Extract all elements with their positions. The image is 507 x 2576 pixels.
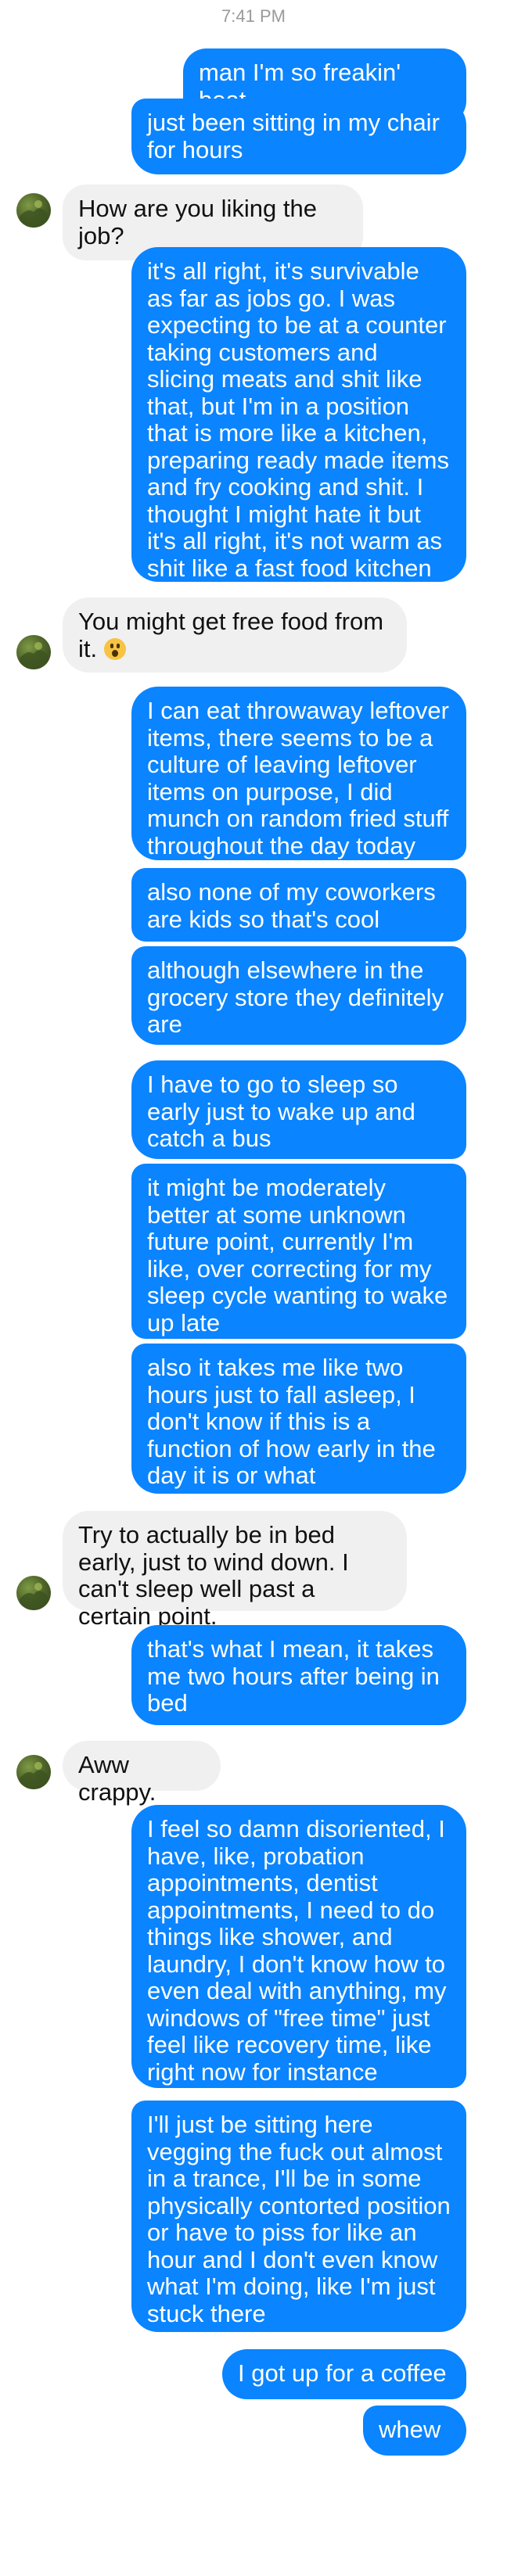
contact-avatar-icon (20, 1583, 48, 1610)
contact-avatar[interactable] (16, 1755, 51, 1789)
outgoing-message-bubble[interactable]: it might be moderately better at some un… (131, 1164, 466, 1339)
outgoing-message-bubble[interactable]: although elsewhere in the grocery store … (131, 946, 466, 1045)
outgoing-message-bubble[interactable]: I got up for a coffee (222, 2349, 466, 2399)
contact-avatar[interactable] (16, 635, 51, 669)
message-text: it's all right, it's survivable as far a… (147, 257, 449, 582)
outgoing-message-bubble[interactable]: I have to go to sleep so early just to w… (131, 1060, 466, 1159)
outgoing-message-bubble[interactable]: also it takes me like two hours just to … (131, 1344, 466, 1494)
message-text: I can eat throwaway leftover items, ther… (147, 697, 449, 859)
astonished-face-emoji (103, 637, 126, 660)
message-text: it might be moderately better at some un… (147, 1174, 448, 1336)
outgoing-message-bubble[interactable]: I'll just be sitting here vegging the fu… (131, 2101, 466, 2332)
contact-avatar-icon (20, 642, 48, 669)
message-text: also none of my coworkers are kids so th… (147, 878, 436, 933)
outgoing-message-bubble[interactable]: whew (363, 2406, 466, 2456)
outgoing-message-bubble[interactable]: just been sitting in my chair for hours (131, 99, 466, 174)
contact-avatar-icon (20, 1762, 48, 1789)
message-text: although elsewhere in the grocery store … (147, 956, 444, 1038)
incoming-message-bubble[interactable]: Aww crappy. (63, 1741, 221, 1805)
outgoing-message-bubble[interactable]: I can eat throwaway leftover items, ther… (131, 687, 466, 860)
message-text: I feel so damn disoriented, I have, like… (147, 1815, 447, 2086)
message-text: I have to go to sleep so early just to w… (147, 1071, 415, 1152)
message-text: that's what I mean, it takes me two hour… (147, 1635, 440, 1717)
outgoing-message-bubble[interactable]: it's all right, it's survivable as far a… (131, 247, 466, 582)
message-text: Aww crappy. (78, 1751, 156, 1806)
contact-avatar[interactable] (16, 1576, 51, 1610)
outgoing-message-bubble[interactable]: also none of my coworkers are kids so th… (131, 868, 466, 942)
contact-avatar[interactable] (16, 193, 51, 228)
message-text: I got up for a coffee (238, 2359, 447, 2387)
contact-avatar-icon (20, 200, 48, 228)
incoming-message-bubble[interactable]: You might get free food from it. (63, 597, 407, 673)
message-text: whew (379, 2416, 441, 2443)
outgoing-message-bubble[interactable]: I feel so damn disoriented, I have, like… (131, 1805, 466, 2088)
message-text: Try to actually be in bed early, just to… (78, 1521, 349, 1630)
message-text: I'll just be sitting here vegging the fu… (147, 2111, 451, 2327)
message-text: also it takes me like two hours just to … (147, 1354, 436, 1489)
message-timestamp: 7:41 PM (221, 6, 286, 26)
incoming-message-bubble[interactable]: Try to actually be in bed early, just to… (63, 1511, 407, 1629)
outgoing-message-bubble[interactable]: that's what I mean, it takes me two hour… (131, 1625, 466, 1725)
message-text: How are you liking the job? (78, 195, 317, 249)
message-text: just been sitting in my chair for hours (147, 109, 440, 163)
